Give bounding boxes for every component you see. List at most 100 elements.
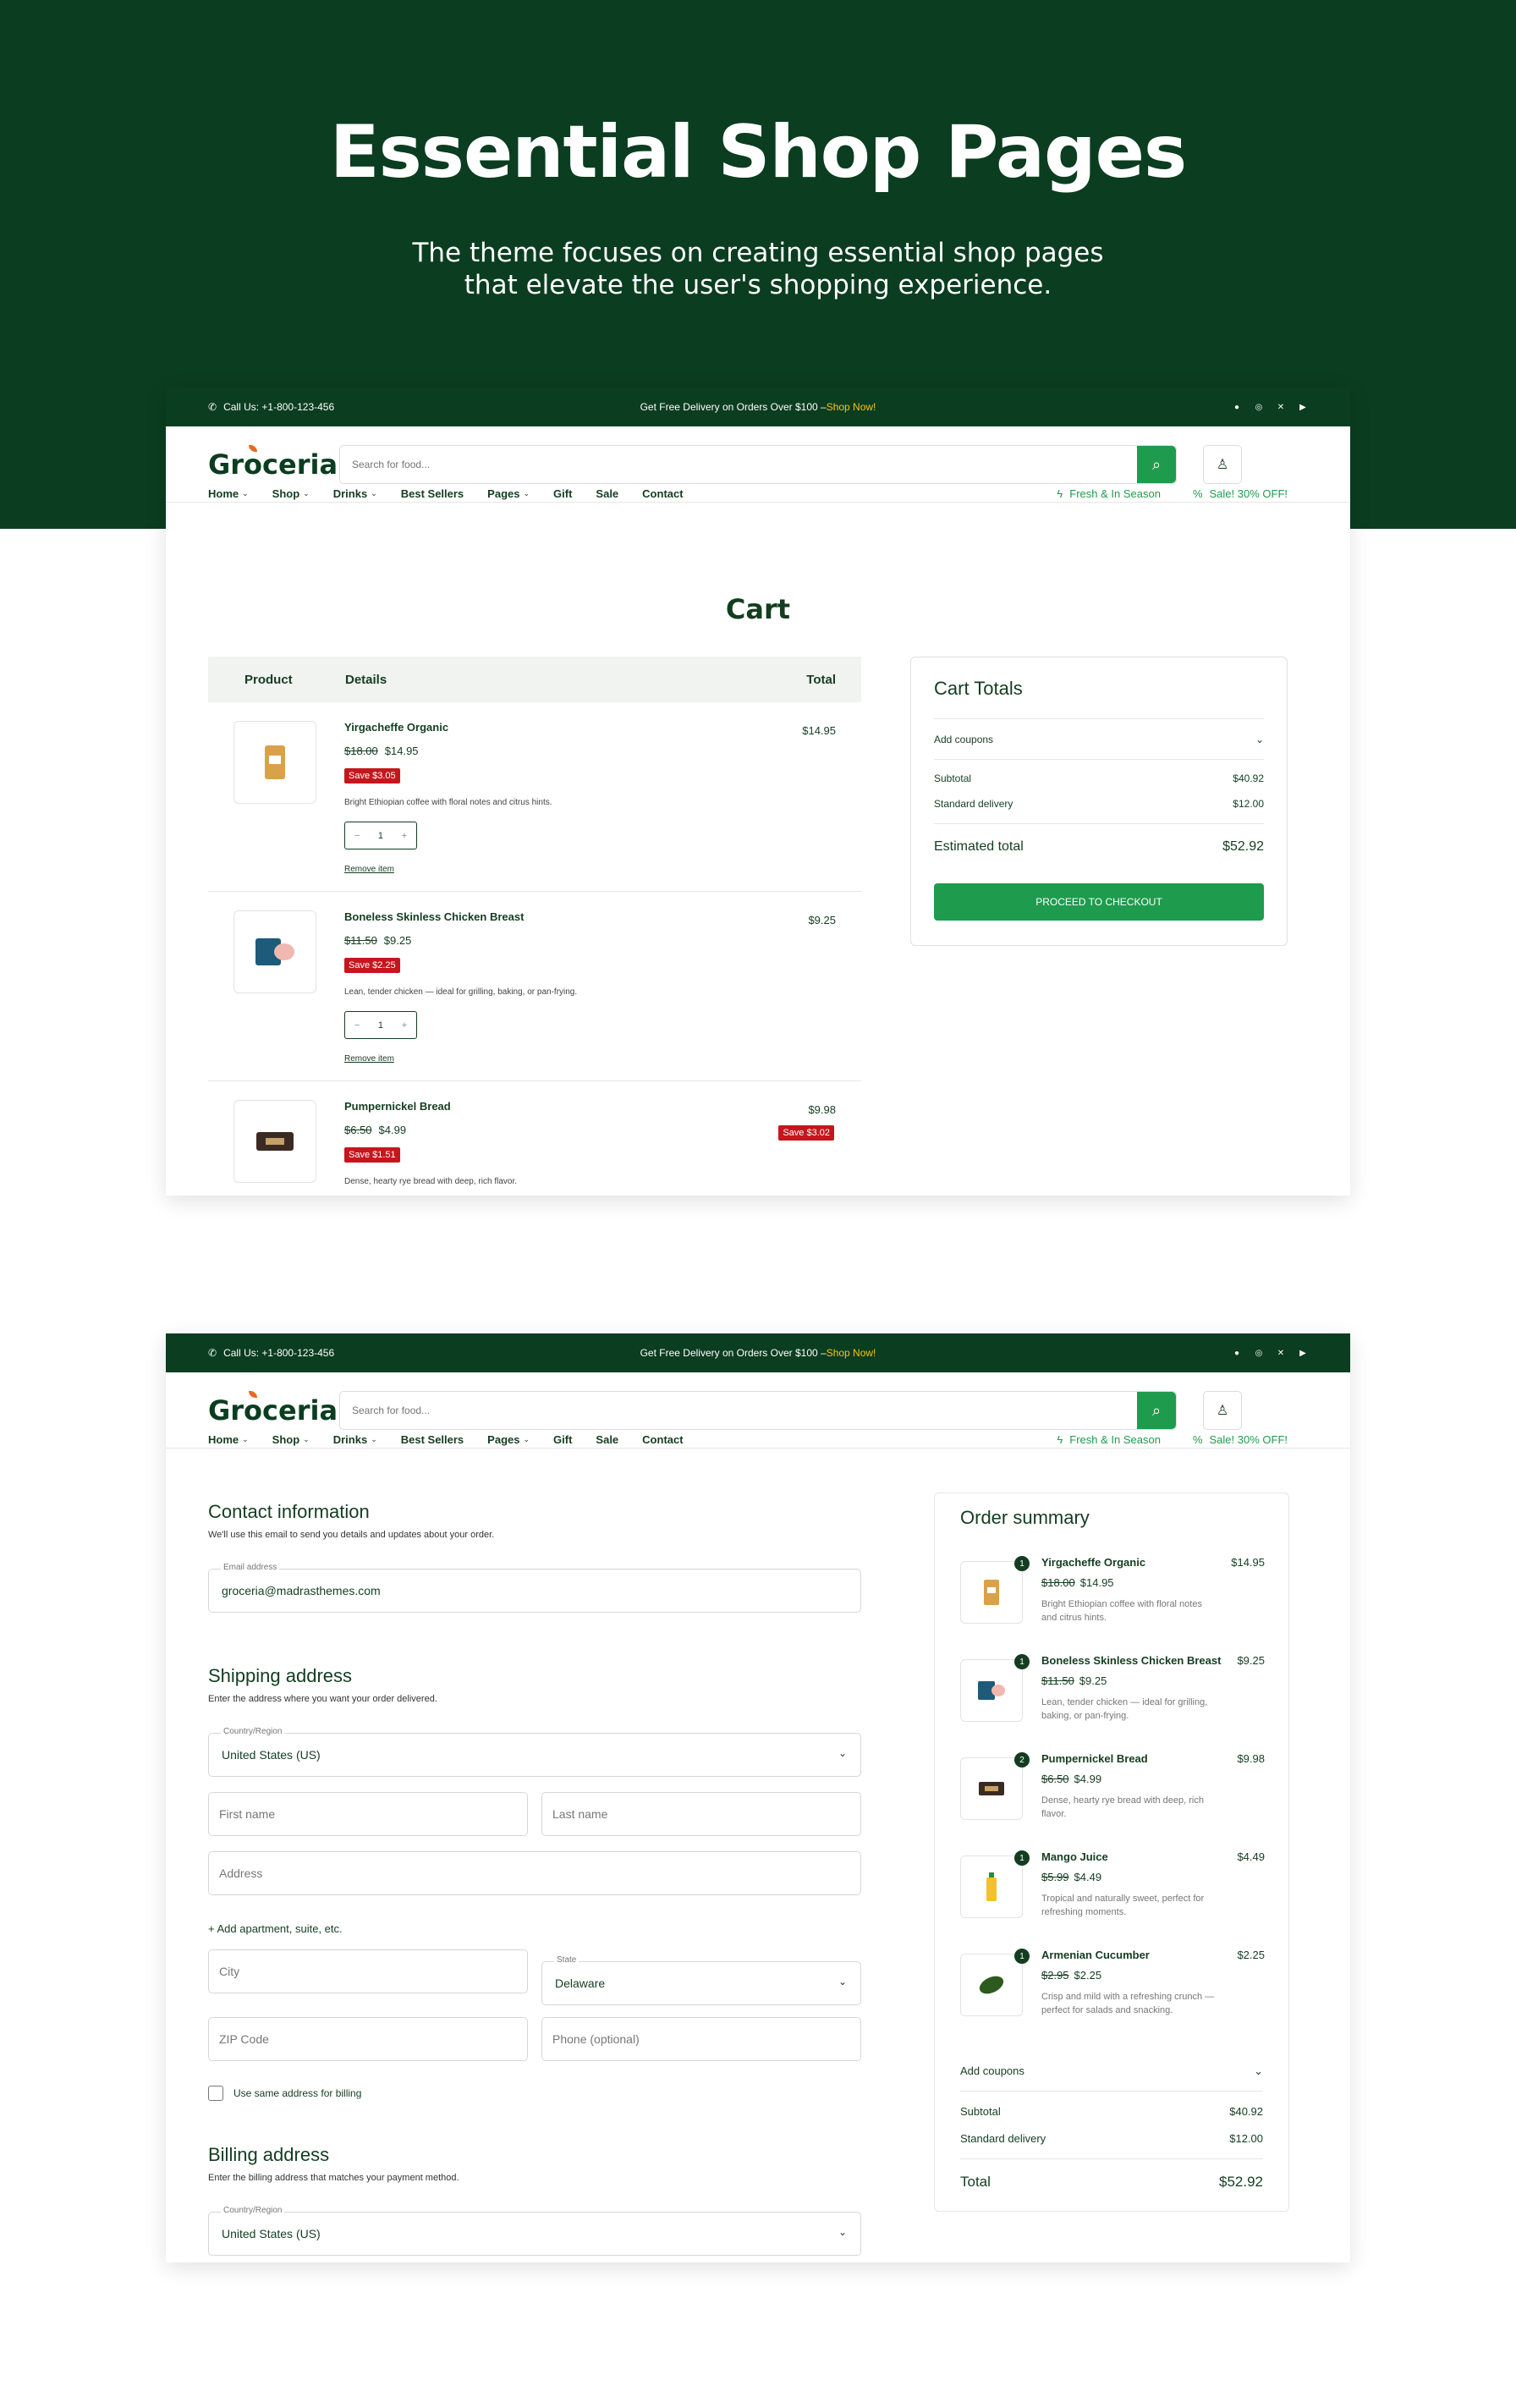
instagram-icon[interactable]: ◎	[1254, 402, 1264, 412]
nav-shop[interactable]: Shop ⌄	[272, 1433, 310, 1446]
billing-country-select[interactable]: Country/Region United States (US) ⌄	[208, 2206, 861, 2256]
email-field[interactable]: Email address groceria@madrasthemes.com	[208, 1563, 861, 1613]
account-button[interactable]: ♙	[1203, 1391, 1242, 1430]
add-apartment-link[interactable]: + Add apartment, suite, etc.	[208, 1922, 343, 1935]
fresh-label: Fresh & In Season	[1069, 487, 1161, 500]
summary-item: 1 Boneless Skinless Chicken Breast $11.5…	[960, 1649, 1265, 1747]
shop-now-link[interactable]: Shop Now!	[827, 1347, 876, 1359]
estimated-label: Estimated total	[934, 839, 1024, 854]
qty-value[interactable]: 1	[378, 831, 383, 841]
facebook-icon[interactable]: ●	[1232, 402, 1242, 412]
social-links: ● ◎ ✕ ▶	[1232, 402, 1308, 412]
product-image[interactable]	[233, 910, 316, 993]
product-name[interactable]: Yirgacheffe Organic	[344, 721, 448, 734]
nav-label: Home	[208, 1433, 239, 1446]
sale-link[interactable]: % Sale! 30% OFF!	[1193, 1433, 1288, 1446]
sale-link[interactable]: % Sale! 30% OFF!	[1193, 487, 1288, 500]
nav-contact[interactable]: Contact	[642, 487, 683, 500]
logo[interactable]: Groceria	[208, 1394, 338, 1427]
nav-promos: ϟ Fresh & In Season % Sale! 30% OFF!	[1057, 487, 1288, 500]
subtotal-value: $40.92	[1229, 2105, 1263, 2118]
nav-sale[interactable]: Sale	[596, 487, 618, 500]
product-price: $2.95 $2.25	[1041, 1969, 1101, 1982]
qty-plus-button[interactable]: +	[402, 1020, 407, 1031]
search-bar: ⌕	[339, 1391, 1177, 1430]
nav-gift[interactable]: Gift	[553, 1433, 572, 1446]
nav-label: Pages	[487, 1433, 520, 1446]
checkbox-box[interactable]	[208, 2086, 223, 2101]
nav-home[interactable]: Home ⌄	[208, 487, 249, 500]
qty-value[interactable]: 1	[378, 1020, 383, 1031]
add-coupons-toggle[interactable]: Add coupons ⌄	[934, 734, 1264, 745]
search-button[interactable]: ⌕	[1137, 446, 1176, 483]
call-us[interactable]: ✆ Call Us: +1-800-123-456	[208, 1347, 334, 1359]
address-field[interactable]: Address	[208, 1851, 861, 1895]
nav-drinks[interactable]: Drinks ⌄	[333, 1433, 377, 1446]
product-name: Boneless Skinless Chicken Breast	[1041, 1654, 1222, 1667]
account-button[interactable]: ♙	[1203, 445, 1242, 484]
nav-drinks[interactable]: Drinks ⌄	[333, 487, 377, 500]
nav-pages[interactable]: Pages ⌄	[487, 1433, 530, 1446]
search-input[interactable]	[340, 446, 1137, 483]
phone-placeholder: Phone (optional)	[552, 2032, 640, 2046]
zip-field[interactable]: ZIP Code	[208, 2017, 528, 2061]
state-select[interactable]: State Delaware ⌄	[541, 1955, 861, 2005]
divider	[934, 759, 1264, 760]
youtube-icon[interactable]: ▶	[1298, 1348, 1308, 1358]
divider	[960, 2158, 1263, 2159]
qty-minus-button[interactable]: −	[354, 831, 360, 841]
country-select[interactable]: Country/Region United States (US) ⌄	[208, 1727, 861, 1777]
youtube-icon[interactable]: ▶	[1298, 402, 1308, 412]
phone-field[interactable]: Phone (optional)	[541, 2017, 861, 2061]
col-total: Total	[806, 672, 836, 687]
nav-contact[interactable]: Contact	[642, 1433, 683, 1446]
cart-row: Yirgacheffe Organic $18.00 $14.95 Save $3…	[208, 702, 861, 892]
product-name[interactable]: Boneless Skinless Chicken Breast	[344, 910, 524, 923]
product-name[interactable]: Pumpernickel Bread	[344, 1100, 451, 1113]
nav-best-sellers[interactable]: Best Sellers	[401, 487, 464, 500]
search-input[interactable]	[340, 1392, 1137, 1429]
product-name: Armenian Cucumber	[1041, 1949, 1150, 1961]
city-field[interactable]: City	[208, 1949, 528, 1993]
product-image	[960, 1659, 1023, 1722]
proceed-to-checkout-button[interactable]: PROCEED TO CHECKOUT	[934, 883, 1264, 921]
product-description: Lean, tender chicken — ideal for grillin…	[344, 987, 578, 997]
call-us[interactable]: ✆ Call Us: +1-800-123-456	[208, 401, 334, 413]
add-coupons-toggle[interactable]: Add coupons ⌄	[960, 2064, 1263, 2078]
col-product: Product	[244, 672, 293, 687]
nav-pages[interactable]: Pages ⌄	[487, 487, 530, 500]
state-value: Delaware	[555, 1976, 606, 1990]
fresh-link[interactable]: ϟ Fresh & In Season	[1057, 1433, 1161, 1446]
quantity-stepper: − 1 +	[344, 1011, 417, 1039]
fresh-link[interactable]: ϟ Fresh & In Season	[1057, 487, 1161, 500]
first-name-field[interactable]: First name	[208, 1792, 528, 1836]
qty-minus-button[interactable]: −	[354, 1020, 360, 1031]
nav-home[interactable]: Home ⌄	[208, 1433, 249, 1446]
chevron-down-icon: ⌄	[242, 489, 249, 498]
product-image[interactable]	[233, 721, 316, 804]
facebook-icon[interactable]: ●	[1232, 1348, 1242, 1358]
logo[interactable]: Groceria	[208, 448, 338, 481]
product-image[interactable]	[233, 1100, 316, 1183]
nav-best-sellers[interactable]: Best Sellers	[401, 1433, 464, 1446]
nav-shop[interactable]: Shop ⌄	[272, 487, 310, 500]
country-value: United States (US)	[222, 1748, 321, 1762]
nav-gift[interactable]: Gift	[553, 487, 572, 500]
cart-table-header: Product Details Total	[208, 657, 861, 702]
last-name-field[interactable]: Last name	[541, 1792, 861, 1836]
estimated-value: $52.92	[1222, 839, 1264, 854]
product-price: $18.00 $14.95	[1041, 1576, 1114, 1589]
instagram-icon[interactable]: ◎	[1254, 1348, 1264, 1358]
x-icon[interactable]: ✕	[1276, 1348, 1286, 1358]
qty-plus-button[interactable]: +	[402, 831, 407, 841]
remove-item-link[interactable]: Remove item	[344, 1054, 394, 1064]
qty-badge: 2	[1014, 1752, 1030, 1768]
remove-item-link[interactable]: Remove item	[344, 865, 394, 874]
shop-now-link[interactable]: Shop Now!	[827, 401, 876, 413]
line-total: $14.95	[802, 724, 836, 737]
search-button[interactable]: ⌕	[1137, 1392, 1176, 1429]
nav-sale[interactable]: Sale	[596, 1433, 618, 1446]
same-billing-checkbox[interactable]: Use same address for billing	[208, 2086, 361, 2101]
x-icon[interactable]: ✕	[1276, 402, 1286, 412]
delivery-value: $12.00	[1229, 2132, 1263, 2145]
